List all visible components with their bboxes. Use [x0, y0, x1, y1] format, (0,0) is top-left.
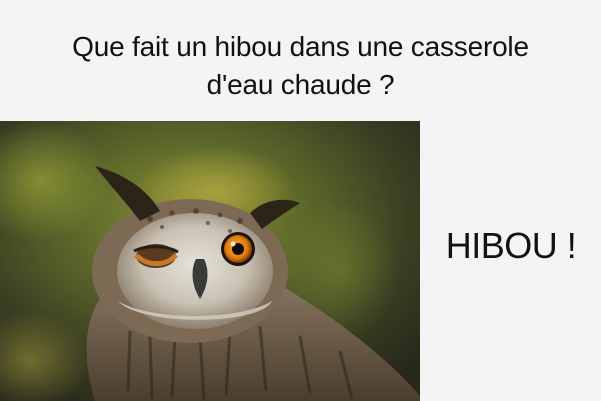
owl-photo: [0, 121, 420, 401]
meme-canvas: Que fait un hibou dans une casserole d'e…: [0, 0, 601, 401]
answer-text: HIBOU !: [445, 225, 577, 266]
open-eye: [221, 232, 255, 266]
question-text: Que fait un hibou dans une casserole d'e…: [0, 28, 601, 104]
question-line-1: Que fait un hibou dans une casserole: [72, 31, 529, 62]
question-line-2: d'eau chaude ?: [206, 69, 395, 100]
